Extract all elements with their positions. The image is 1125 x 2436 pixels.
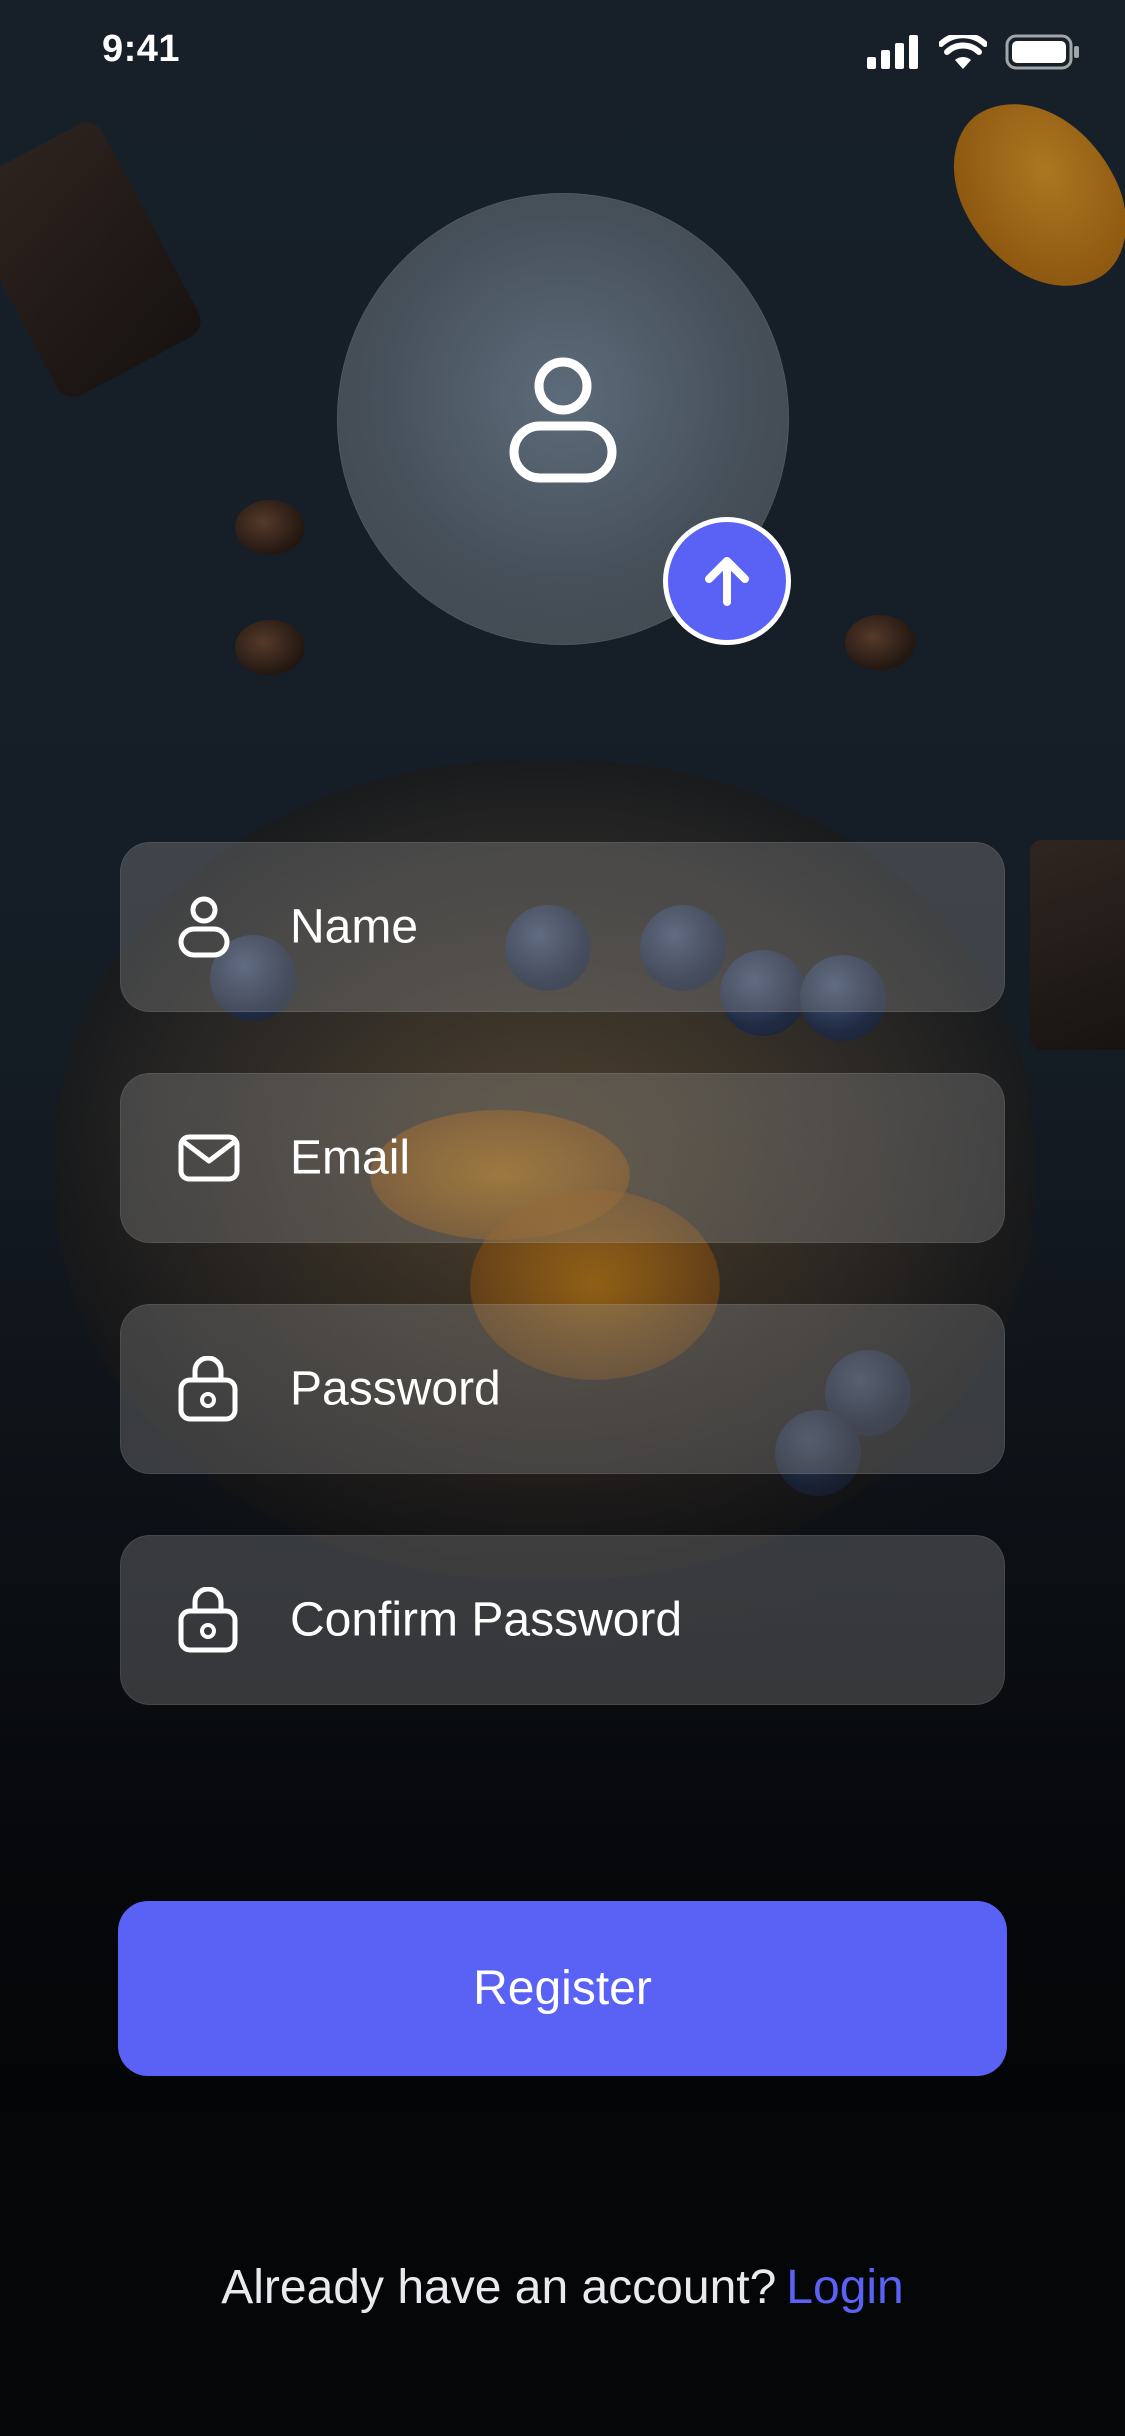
status-time: 9:41 bbox=[102, 28, 181, 70]
wifi-icon bbox=[939, 35, 987, 69]
confirm-password-placeholder: Confirm Password bbox=[290, 1593, 683, 1647]
person-icon bbox=[509, 357, 617, 483]
password-placeholder: Password bbox=[290, 1362, 501, 1416]
register-button[interactable]: Register bbox=[118, 1901, 1007, 2076]
lock-icon bbox=[178, 1587, 238, 1653]
login-prompt-text: Already have an account? bbox=[221, 2261, 777, 2314]
login-prompt: Already have an account? Login bbox=[0, 2260, 1125, 2315]
login-link[interactable]: Login bbox=[786, 2261, 903, 2314]
confirm-password-field[interactable]: Confirm Password bbox=[120, 1535, 1005, 1705]
status-bar: 9:41 bbox=[0, 0, 1125, 110]
email-placeholder: Email bbox=[290, 1131, 411, 1185]
name-field[interactable]: Name bbox=[120, 842, 1005, 1012]
lock-icon bbox=[178, 1356, 238, 1422]
upload-photo-button[interactable] bbox=[663, 517, 791, 645]
arrow-up-icon bbox=[705, 557, 749, 606]
signal-icon bbox=[867, 35, 918, 69]
person-icon bbox=[178, 896, 230, 958]
battery-icon bbox=[1005, 34, 1079, 70]
name-placeholder: Name bbox=[290, 900, 419, 954]
email-field[interactable]: Email bbox=[120, 1073, 1005, 1243]
status-icons bbox=[867, 34, 1081, 70]
register-screen: 9:41 Name Email Password Confirm Passwor… bbox=[0, 0, 1125, 2436]
password-field[interactable]: Password bbox=[120, 1304, 1005, 1474]
envelope-icon bbox=[178, 1134, 240, 1182]
